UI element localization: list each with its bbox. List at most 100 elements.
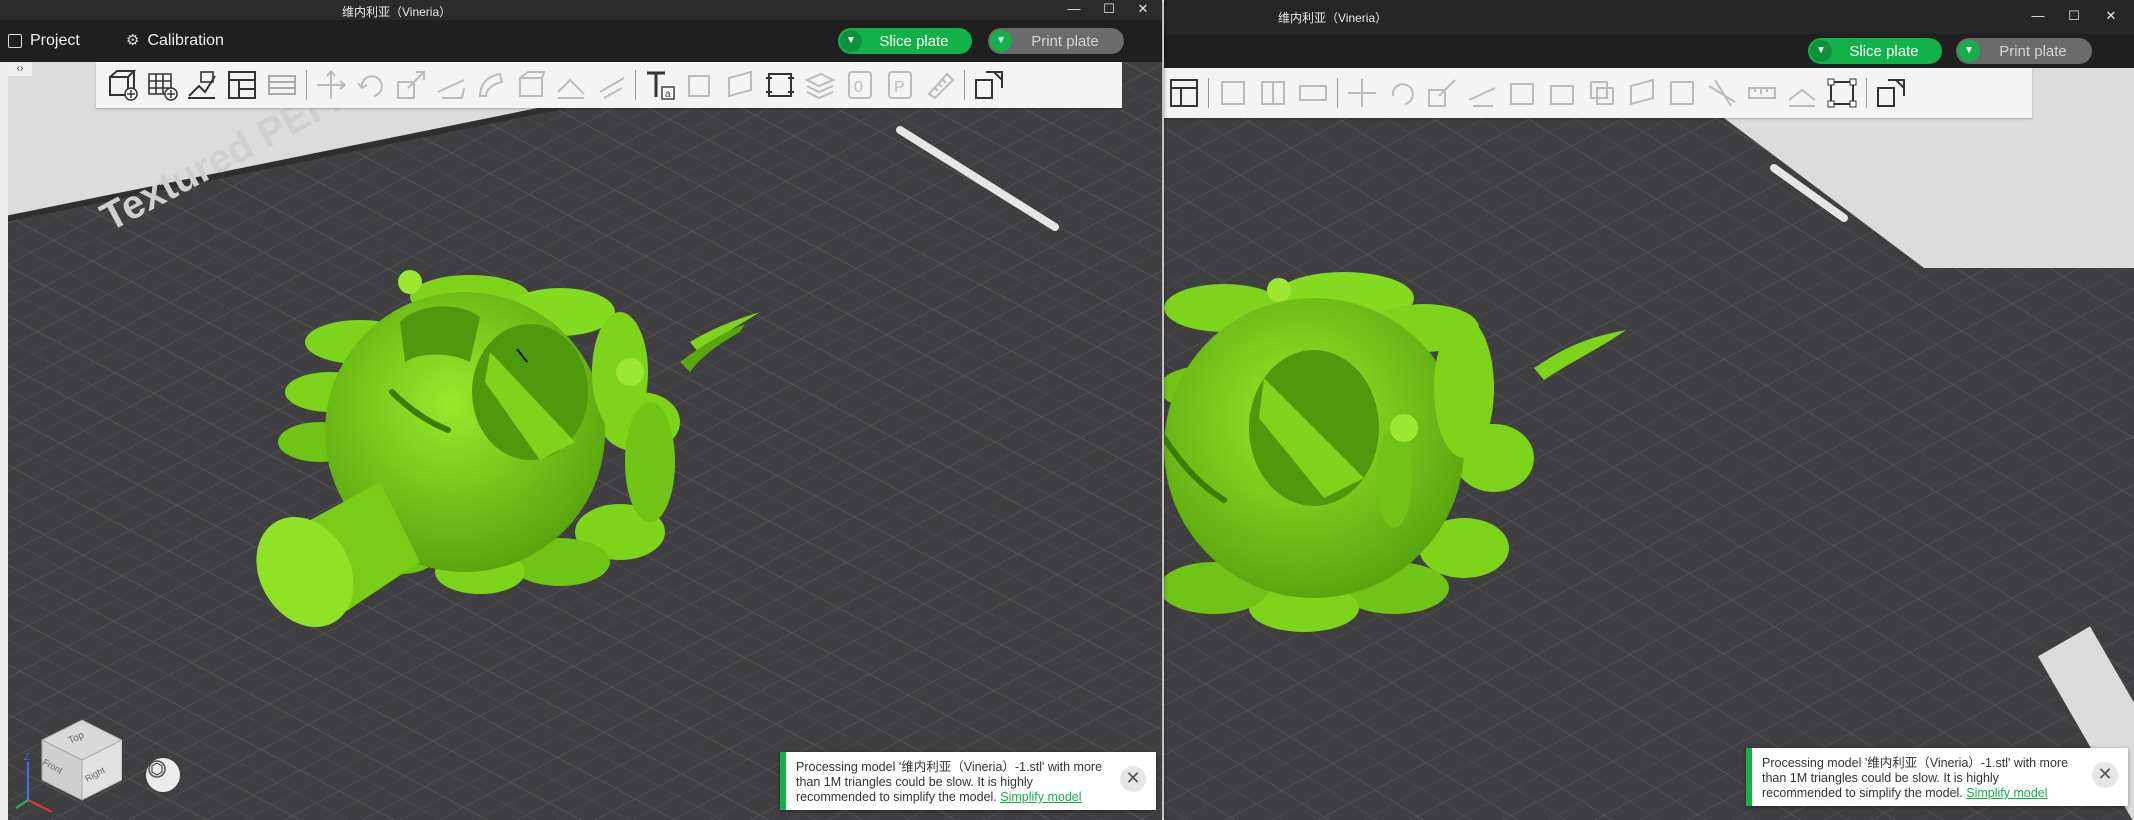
print-plate-button[interactable]: ▼ Print plate: [1956, 38, 2092, 64]
chevron-down-icon[interactable]: ▼: [840, 30, 862, 52]
maximize-button[interactable]: ☐: [2057, 7, 2091, 27]
scale-icon[interactable]: [1422, 73, 1462, 113]
minimize-button[interactable]: —: [1057, 0, 1091, 20]
right-window-title: 维内利亚（Vineria）: [1278, 11, 1388, 25]
split-parts-icon[interactable]: [262, 65, 302, 105]
toolbar-separator: [964, 70, 965, 100]
chevron-down-icon[interactable]: ▼: [1810, 40, 1832, 62]
right-toolbar: [1164, 68, 2032, 118]
rotate-icon[interactable]: [1382, 73, 1422, 113]
toolbar-separator: [1337, 78, 1338, 108]
svg-text:0: 0: [854, 79, 863, 96]
variable-layer-icon[interactable]: [1702, 73, 1742, 113]
notification-text: Processing model '维内利亚（Vineria）-1.stl' w…: [796, 760, 1110, 805]
close-window-button[interactable]: ✕: [1126, 0, 1160, 20]
right-window: 维内利亚（Vineria） — ☐ ✕ ▼ Slice plate ▼ Prin…: [1164, 0, 2134, 820]
maximize-button[interactable]: ☐: [1092, 0, 1126, 20]
print-plate-label: Print plate: [1031, 32, 1099, 50]
right-title-bar: 维内利亚（Vineria） — ☐ ✕: [1164, 0, 2134, 34]
support-paint-icon[interactable]: [1502, 73, 1542, 113]
color-paint-icon[interactable]: [1622, 73, 1662, 113]
slice-plate-label: Slice plate: [1849, 42, 1919, 60]
multi-view-icon[interactable]: [969, 65, 1009, 105]
split-parts-icon[interactable]: [1213, 73, 1253, 113]
left-window-title: 维内利亚（Vineria）: [342, 5, 452, 19]
slice-plate-label: Slice plate: [879, 32, 949, 50]
multi-view-icon[interactable]: [1871, 73, 1911, 113]
slice-plate-button[interactable]: ▼ Slice plate: [838, 28, 972, 54]
project-icon: [8, 34, 22, 48]
slice-plate-button[interactable]: ▼ Slice plate: [1808, 38, 1942, 64]
parts-icon[interactable]: P: [880, 65, 920, 105]
measure-icon[interactable]: [551, 65, 591, 105]
simplify-model-link[interactable]: Simplify model: [1966, 786, 2047, 800]
text-tool-icon[interactable]: a: [640, 65, 680, 105]
left-window: 维内利亚（Vineria） — ☐ ✕ Project ⚙ Calibratio…: [0, 0, 1162, 820]
notification-text: Processing model '维内利亚（Vineria）-1.stl' w…: [1762, 756, 2082, 801]
chevron-down-icon[interactable]: ▼: [990, 30, 1012, 52]
notification-toast: Processing model '维内利亚（Vineria）-1.stl' w…: [1746, 748, 2128, 806]
camera-icon: [148, 760, 166, 778]
cut-icon[interactable]: [1462, 73, 1502, 113]
mesh-boolean-icon[interactable]: [1582, 73, 1622, 113]
seam-paint-icon[interactable]: [511, 65, 551, 105]
print-plate-button[interactable]: ▼ Print plate: [988, 28, 1124, 54]
svg-text:a: a: [665, 89, 671, 100]
left-menu-bar: Project ⚙ Calibration ▼ Slice plate ▼ Pr…: [0, 20, 1162, 62]
split-objects-icon[interactable]: [1253, 73, 1293, 113]
toolbar-separator: [306, 70, 307, 100]
svg-text:P: P: [894, 79, 905, 96]
move-icon[interactable]: [311, 65, 351, 105]
close-icon[interactable]: ✕: [1120, 766, 1146, 792]
add-cube-icon[interactable]: [102, 65, 142, 105]
rotate-icon[interactable]: [351, 65, 391, 105]
object-list-icon[interactable]: 0: [840, 65, 880, 105]
toolbar-separator: [1866, 78, 1867, 108]
ruler-icon[interactable]: [920, 65, 960, 105]
close-icon[interactable]: ✕: [2092, 762, 2118, 788]
lay-on-face-icon[interactable]: [1293, 73, 1333, 113]
project-label: Project: [30, 32, 80, 49]
camera-reset-button[interactable]: [146, 758, 180, 792]
sidebar-toggle-button[interactable]: ‹›: [8, 62, 32, 76]
left-3d-viewport[interactable]: Textured PEI Plate ‹› a 0 P Top Front Ri…: [0, 62, 1162, 820]
arrange-layout-icon[interactable]: [222, 65, 262, 105]
bounding-box-icon[interactable]: [1822, 73, 1862, 113]
add-plate-grid-icon[interactable]: [142, 65, 182, 105]
fuzzy-icon[interactable]: [1662, 73, 1702, 113]
left-edge-strip: [0, 62, 8, 820]
axis-z-label: Z: [24, 752, 30, 762]
auto-orient-icon[interactable]: [182, 65, 222, 105]
arrange-layout-icon[interactable]: [1164, 73, 1204, 113]
simplify-model-link[interactable]: Simplify model: [1000, 790, 1081, 804]
cut-icon[interactable]: [431, 65, 471, 105]
assembly-icon[interactable]: [680, 65, 720, 105]
emboss-icon[interactable]: [720, 65, 760, 105]
toolbar-separator: [1208, 78, 1209, 108]
mesh-boolean-icon[interactable]: [591, 65, 631, 105]
gear-icon: ⚙: [126, 32, 140, 49]
project-menu[interactable]: Project: [8, 20, 80, 62]
right-3d-viewport[interactable]: Processing model '维内利亚（Vineria）-1.stl' w…: [1164, 68, 2134, 820]
calibration-menu[interactable]: ⚙ Calibration: [126, 20, 224, 62]
right-menu-bar: ▼ Slice plate ▼ Print plate: [1164, 34, 2134, 68]
variable-layer-icon[interactable]: [800, 65, 840, 105]
support-paint-icon[interactable]: [471, 65, 511, 105]
ruler-icon[interactable]: [1742, 73, 1782, 113]
minimize-button[interactable]: —: [2021, 7, 2055, 27]
chevron-down-icon[interactable]: ▼: [1958, 40, 1980, 62]
notification-toast: Processing model '维内利亚（Vineria）-1.stl' w…: [780, 752, 1156, 810]
calibration-label: Calibration: [147, 32, 224, 49]
close-window-button[interactable]: ✕: [2094, 7, 2128, 27]
print-plate-label: Print plate: [1999, 42, 2067, 60]
layer-height-icon[interactable]: [760, 65, 800, 105]
seam-paint-icon[interactable]: [1542, 73, 1582, 113]
left-build-plate-scene: Textured PEI Plate: [0, 62, 1162, 820]
scale-icon[interactable]: [391, 65, 431, 105]
right-build-plate-scene: [1164, 68, 2134, 820]
move-icon[interactable]: [1342, 73, 1382, 113]
assembly-icon[interactable]: [1782, 73, 1822, 113]
left-toolbar: a 0 P: [96, 62, 1122, 108]
left-title-bar: 维内利亚（Vineria） — ☐ ✕: [0, 0, 1162, 20]
toolbar-separator: [635, 70, 636, 100]
